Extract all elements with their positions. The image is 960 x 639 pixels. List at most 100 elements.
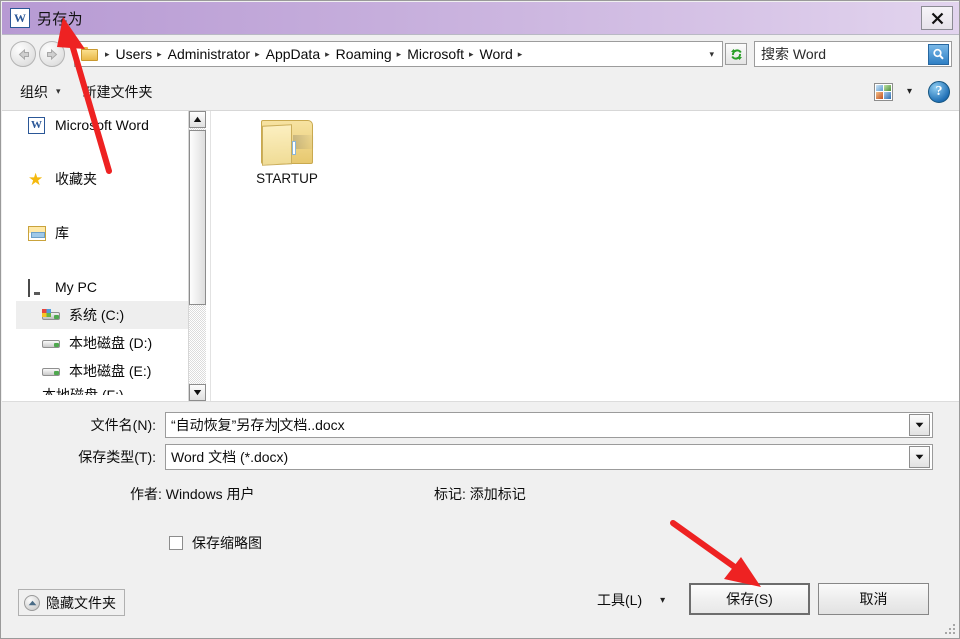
window-title: 另存为 — [37, 10, 83, 28]
save-as-dialog: W 另存为 ▸ Users ▸ Administrator ▸ AppData … — [0, 0, 960, 639]
drive-icon — [42, 337, 62, 350]
content-area: W Microsoft Word ★ 收藏夹 库 My PC 系统 (C:) 本… — [2, 111, 959, 401]
forward-button[interactable] — [39, 41, 65, 67]
scroll-up-icon — [193, 116, 202, 122]
scroll-up-button[interactable] — [189, 111, 206, 128]
breadcrumb-item-users[interactable]: Users — [115, 46, 154, 62]
organize-label: 组织 — [20, 83, 48, 100]
sidebar-item-label: 本地磁盘 (E:) — [69, 363, 152, 379]
title-bar: W 另存为 — [2, 2, 959, 35]
sidebar-item-label: 库 — [55, 225, 69, 241]
breadcrumb-bar[interactable]: ▸ Users ▸ Administrator ▸ AppData ▸ Roam… — [74, 41, 723, 67]
filename-row: 文件名(N): “自动恢复”另存为文档..docx — [2, 412, 933, 438]
filename-value[interactable]: “自动恢复”另存为文档..docx — [166, 415, 909, 435]
word-icon: W — [10, 8, 30, 28]
breadcrumb-item-word[interactable]: Word — [479, 46, 514, 62]
file-list[interactable]: STARTUP — [211, 111, 959, 401]
sidebar-item-label: 本地磁盘 (D:) — [69, 335, 153, 351]
sidebar-item-label: Microsoft Word — [55, 117, 149, 133]
sidebar-gap-1 — [16, 193, 188, 219]
breadcrumb-item-roaming[interactable]: Roaming — [335, 46, 393, 62]
sidebar-item-clipped[interactable]: 本地磁盘 (F:) — [16, 385, 188, 395]
new-folder-button[interactable]: 新建文件夹 — [83, 82, 153, 102]
sidebar-item-label: My PC — [55, 279, 97, 295]
filetype-select[interactable]: Word 文档 (*.docx) — [165, 444, 933, 470]
filename-label: 文件名(N): — [90, 417, 156, 433]
filename-value-after-caret: 文档..docx — [279, 417, 345, 433]
tools-button[interactable]: 工具(L) ▾ — [597, 590, 665, 610]
scroll-down-icon — [193, 390, 202, 396]
list-item[interactable]: STARTUP — [241, 117, 333, 186]
filetype-row: 保存类型(T): Word 文档 (*.docx) — [2, 444, 933, 470]
save-thumbnail-checkbox[interactable] — [169, 536, 183, 550]
breadcrumb-item-appdata[interactable]: AppData — [265, 46, 321, 62]
filetype-label: 保存类型(T): — [78, 449, 156, 465]
organize-button[interactable]: 组织 ▾ — [20, 82, 61, 102]
help-label: ? — [935, 83, 943, 99]
back-button[interactable] — [10, 41, 36, 67]
close-icon — [931, 12, 943, 24]
scrollbar-thumb[interactable] — [189, 130, 206, 305]
chevron-down-icon: ▾ — [660, 594, 666, 606]
system-drive-icon — [42, 308, 62, 322]
folder-icon — [259, 117, 315, 166]
navigation-pane-scrollbar[interactable] — [188, 111, 206, 401]
cancel-button[interactable]: 取消 — [818, 583, 929, 615]
tags-value[interactable]: 添加标记 — [470, 486, 526, 502]
navigation-pane: W Microsoft Word ★ 收藏夹 库 My PC 系统 (C:) 本… — [16, 111, 188, 401]
author-field[interactable]: 作者: Windows 用户 — [130, 484, 254, 504]
sidebar-item-local-disk-e[interactable]: 本地磁盘 (E:) — [16, 357, 188, 385]
filetype-value[interactable]: Word 文档 (*.docx) — [166, 447, 909, 467]
sidebar-item-system-c[interactable]: 系统 (C:) — [16, 301, 188, 329]
sidebar-item-label: 收藏夹 — [55, 171, 97, 187]
view-mode-icon[interactable] — [873, 82, 893, 101]
help-icon[interactable]: ? — [928, 80, 950, 103]
sidebar-item-local-disk-d[interactable]: 本地磁盘 (D:) — [16, 329, 188, 357]
cancel-button-label: 取消 — [859, 591, 888, 607]
breadcrumb-separator-6: ▸ — [517, 48, 523, 59]
save-button-label: 保存(S) — [726, 591, 773, 607]
scroll-down-button[interactable] — [189, 384, 206, 401]
drive-icon — [42, 365, 62, 378]
command-toolbar: 组织 ▾ 新建文件夹 ▾ ? — [2, 73, 959, 111]
view-mode-caret-icon[interactable]: ▾ — [907, 86, 912, 97]
save-button[interactable]: 保存(S) — [689, 583, 810, 615]
breadcrumb-separator-1: ▸ — [157, 48, 162, 59]
breadcrumb-item-administrator[interactable]: Administrator — [167, 46, 251, 62]
author-value[interactable]: Windows 用户 — [166, 486, 255, 502]
tags-field[interactable]: 标记: 添加标记 — [434, 484, 526, 504]
sidebar-item-favorites[interactable]: ★ 收藏夹 — [16, 165, 188, 193]
sidebar-item-microsoft-word[interactable]: W Microsoft Word — [16, 111, 188, 139]
breadcrumb-history-caret[interactable]: ▾ — [707, 49, 720, 60]
filename-input[interactable]: “自动恢复”另存为文档..docx — [165, 412, 933, 438]
filetype-dropdown-button[interactable] — [909, 446, 930, 468]
address-bar: ▸ Users ▸ Administrator ▸ AppData ▸ Roam… — [2, 35, 959, 73]
hide-folders-button[interactable]: 隐藏文件夹 — [18, 589, 125, 616]
filename-value-before-caret: “自动恢复”另存为 — [171, 417, 279, 433]
search-input[interactable]: 搜索 Word — [761, 44, 928, 64]
search-button[interactable] — [928, 43, 949, 65]
search-box[interactable]: 搜索 Word — [754, 41, 952, 67]
chevron-down-icon — [915, 454, 924, 460]
forward-arrow-icon — [46, 48, 57, 60]
sidebar-gap-0 — [16, 139, 188, 165]
refresh-icon — [730, 48, 742, 60]
library-icon — [28, 225, 48, 241]
breadcrumb-separator-4: ▸ — [396, 48, 402, 59]
sidebar-item-label: 系统 (C:) — [69, 307, 125, 323]
back-arrow-icon — [18, 48, 29, 60]
star-icon: ★ — [28, 169, 44, 189]
breadcrumb-item-microsoft[interactable]: Microsoft — [406, 46, 465, 62]
close-button[interactable] — [921, 6, 953, 30]
form-area: 文件名(N): “自动恢复”另存为文档..docx 保存类型(T): Word … — [2, 401, 959, 638]
save-thumbnail-checkbox-row[interactable]: 保存缩略图 — [169, 533, 262, 553]
computer-icon — [28, 278, 48, 297]
folder-icon — [81, 47, 98, 61]
resize-grip-icon[interactable] — [943, 622, 957, 636]
refresh-button[interactable] — [725, 43, 747, 65]
sidebar-item-my-pc[interactable]: My PC — [16, 273, 188, 301]
filename-dropdown-button[interactable] — [909, 414, 930, 436]
breadcrumb-separator-3: ▸ — [325, 48, 330, 59]
sidebar-item-libraries[interactable]: 库 — [16, 219, 188, 247]
word-icon: W — [28, 116, 48, 134]
